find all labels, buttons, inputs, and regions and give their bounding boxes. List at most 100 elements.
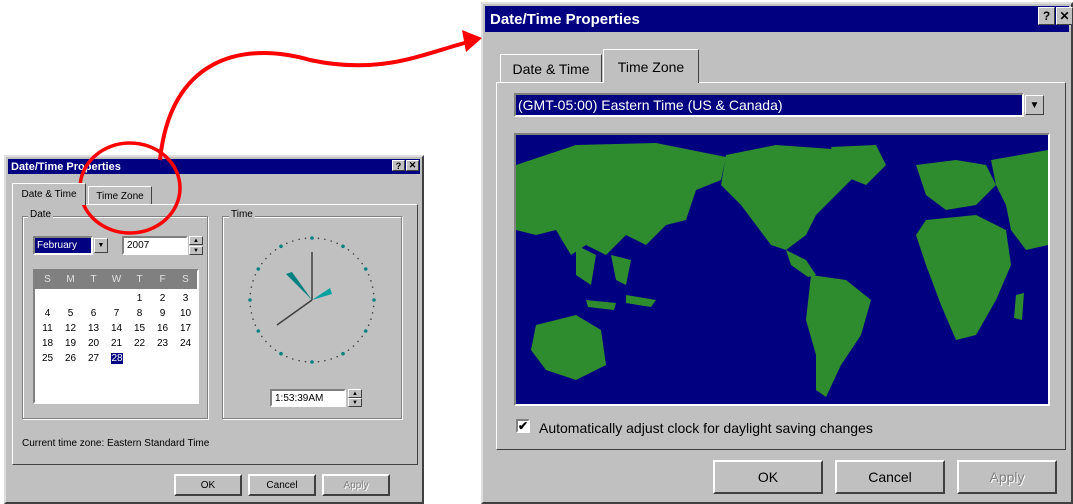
large-tab-date-time[interactable]: Date & Time	[500, 54, 602, 82]
calendar-day[interactable]: 9	[152, 308, 173, 319]
clock-minute-mark	[372, 292, 375, 295]
calendar-day[interactable]: 26	[60, 353, 81, 364]
clock-minute-mark	[304, 237, 307, 240]
calendar-day[interactable]: 11	[37, 323, 58, 334]
clock-minute-mark	[347, 249, 350, 251]
small-cancel-button[interactable]: Cancel	[248, 474, 316, 496]
calendar-day[interactable]: 6	[83, 308, 104, 319]
calendar-weekday: S	[182, 274, 189, 285]
clock-minute-mark	[324, 238, 326, 241]
calendar-day[interactable]: 5	[60, 308, 81, 319]
calendar-day[interactable]: 18	[37, 338, 58, 349]
clock-minute-mark	[317, 360, 320, 363]
time-spin-up[interactable]: ▲	[348, 389, 362, 398]
clock-minute-mark	[261, 262, 263, 265]
calendar-day[interactable]: 24	[175, 338, 196, 349]
calendar-day[interactable]: 10	[175, 308, 196, 319]
clock-hour-mark	[248, 298, 252, 302]
calendar-day[interactable]: 28	[111, 353, 123, 364]
clock-hour-mark	[279, 351, 283, 356]
calendar-weekday: T	[136, 274, 143, 285]
calendar-weekday: M	[66, 274, 75, 285]
clock-hour-mark	[341, 351, 345, 356]
calendar-day[interactable]: 7	[106, 308, 127, 319]
calendar-day[interactable]: 13	[83, 323, 104, 334]
large-help-button[interactable]: ?	[1038, 7, 1055, 25]
calendar-day[interactable]: 19	[60, 338, 81, 349]
clock-hour-mark	[310, 236, 314, 240]
annotation-arrow-path	[158, 40, 469, 161]
clock-minute-mark	[274, 249, 277, 251]
calendar-day[interactable]: 17	[175, 323, 196, 334]
clock-hour-mark	[310, 360, 314, 364]
clock-minute-mark	[274, 349, 277, 351]
small-help-button[interactable]: ?	[392, 160, 405, 171]
year-input[interactable]: 2007	[122, 236, 188, 255]
clock-minute-mark	[361, 335, 363, 338]
daylight-saving-checkbox[interactable]: ✔	[516, 419, 530, 433]
clock-minute-mark	[304, 360, 307, 363]
calendar-day[interactable]: 2	[152, 293, 173, 304]
calendar-day[interactable]: 25	[37, 353, 58, 364]
clock-minute-mark	[292, 358, 294, 360]
clock-minute-mark	[347, 349, 350, 351]
clock-minute-mark	[249, 305, 252, 308]
time-spin-down[interactable]: ▼	[348, 398, 362, 407]
clock-minute-mark	[250, 312, 253, 314]
clock-hour-mark	[341, 244, 345, 249]
large-apply-button[interactable]: Apply	[957, 460, 1057, 494]
clock-minute-mark	[352, 253, 355, 255]
calendar-grid[interactable]: SMTWTFS 1 2 3 4 5 6 7 8 9 10 11 12 13 14 15 16 17 18 19 20 2…	[33, 269, 199, 404]
clock-minute-mark	[269, 253, 272, 255]
clock-minute-mark	[367, 273, 370, 276]
calendar-day[interactable]: 27	[83, 353, 104, 364]
small-title-bar: Date/Time Properties	[8, 159, 420, 174]
clock-minute-hand	[312, 288, 332, 300]
clock-minute-mark	[370, 318, 372, 320]
clock-minute-mark	[324, 359, 326, 362]
calendar-day[interactable]: 3	[175, 293, 196, 304]
timezone-dropdown-arrow[interactable]: ▼	[1025, 95, 1044, 115]
calendar-day[interactable]: 20	[83, 338, 104, 349]
calendar-day[interactable]: 4	[37, 308, 58, 319]
calendar-day[interactable]: 21	[106, 338, 127, 349]
clock-hour-mark	[256, 329, 261, 333]
small-close-button[interactable]: ✕	[406, 160, 419, 171]
world-map[interactable]	[514, 133, 1050, 406]
month-select[interactable]: February	[33, 236, 93, 255]
calendar-day[interactable]: 8	[129, 308, 150, 319]
date-group-label: Date	[28, 209, 54, 220]
timezone-select[interactable]: (GMT-05:00) Eastern Time (US & Canada)	[514, 93, 1024, 117]
large-close-button[interactable]: ✕	[1056, 7, 1073, 25]
small-apply-button[interactable]: Apply	[322, 474, 390, 496]
clock-hour-hand	[286, 272, 312, 300]
calendar-day[interactable]: 12	[60, 323, 81, 334]
small-tab-date-time[interactable]: Date & Time	[12, 183, 86, 205]
large-ok-button[interactable]: OK	[713, 460, 823, 494]
month-dropdown-arrow[interactable]: ▼	[94, 238, 108, 253]
large-cancel-button[interactable]: Cancel	[835, 460, 945, 494]
calendar-day[interactable]: 16	[152, 323, 173, 334]
clock-minute-mark	[352, 345, 355, 347]
clock-minute-mark	[330, 240, 332, 242]
year-spin-down[interactable]: ▼	[189, 246, 203, 255]
clock-minute-mark	[292, 240, 294, 242]
clock-hour-mark	[363, 267, 368, 271]
calendar-day[interactable]: 22	[129, 338, 150, 349]
small-tab-time-zone[interactable]: Time Zone	[88, 186, 152, 205]
clock-hour-mark	[372, 298, 376, 302]
large-tab-time-zone[interactable]: Time Zone	[603, 49, 699, 83]
large-dialog-title: Date/Time Properties	[490, 10, 640, 28]
year-spin-up[interactable]: ▲	[189, 236, 203, 245]
annotation-arrow-head	[462, 30, 482, 52]
calendar-day[interactable]: 15	[129, 323, 150, 334]
clock-minute-mark	[371, 312, 374, 314]
time-input[interactable]: 1:53:39AM	[270, 389, 346, 407]
calendar-day[interactable]: 14	[106, 323, 127, 334]
large-title-bar: Date/Time Properties	[485, 6, 1069, 32]
small-ok-button[interactable]: OK	[174, 474, 242, 496]
calendar-day[interactable]: 1	[129, 293, 150, 304]
clock-minute-mark	[372, 305, 375, 308]
calendar-day[interactable]: 23	[152, 338, 173, 349]
clock-minute-mark	[361, 262, 363, 265]
